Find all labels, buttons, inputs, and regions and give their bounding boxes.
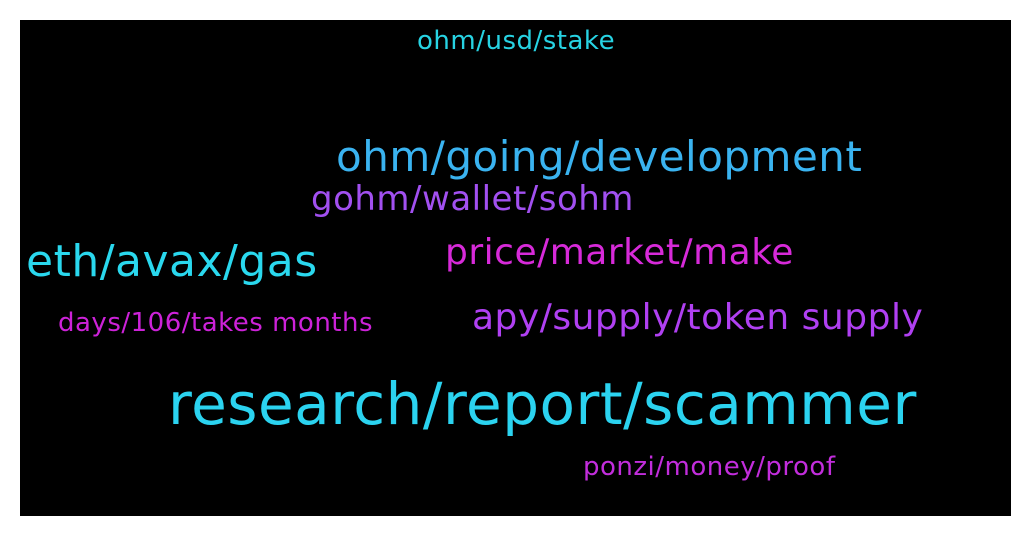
- word-ohm-usd-stake: ohm/usd/stake: [417, 26, 616, 56]
- word-cloud: ohm/usd/stake ohm/going/development gohm…: [20, 20, 1011, 516]
- word-gohm-wallet-sohm: gohm/wallet/sohm: [311, 179, 634, 219]
- word-apy-supply-token-supply: apy/supply/token supply: [472, 297, 924, 338]
- word-ponzi-money-proof: ponzi/money/proof: [583, 452, 836, 482]
- word-research-report-scammer: research/report/scammer: [168, 370, 917, 438]
- word-eth-avax-gas: eth/avax/gas: [26, 236, 318, 287]
- word-price-market-make: price/market/make: [445, 232, 794, 273]
- word-days-takes-months: days/106/takes months: [58, 308, 374, 338]
- word-ohm-going-development: ohm/going/development: [336, 132, 863, 181]
